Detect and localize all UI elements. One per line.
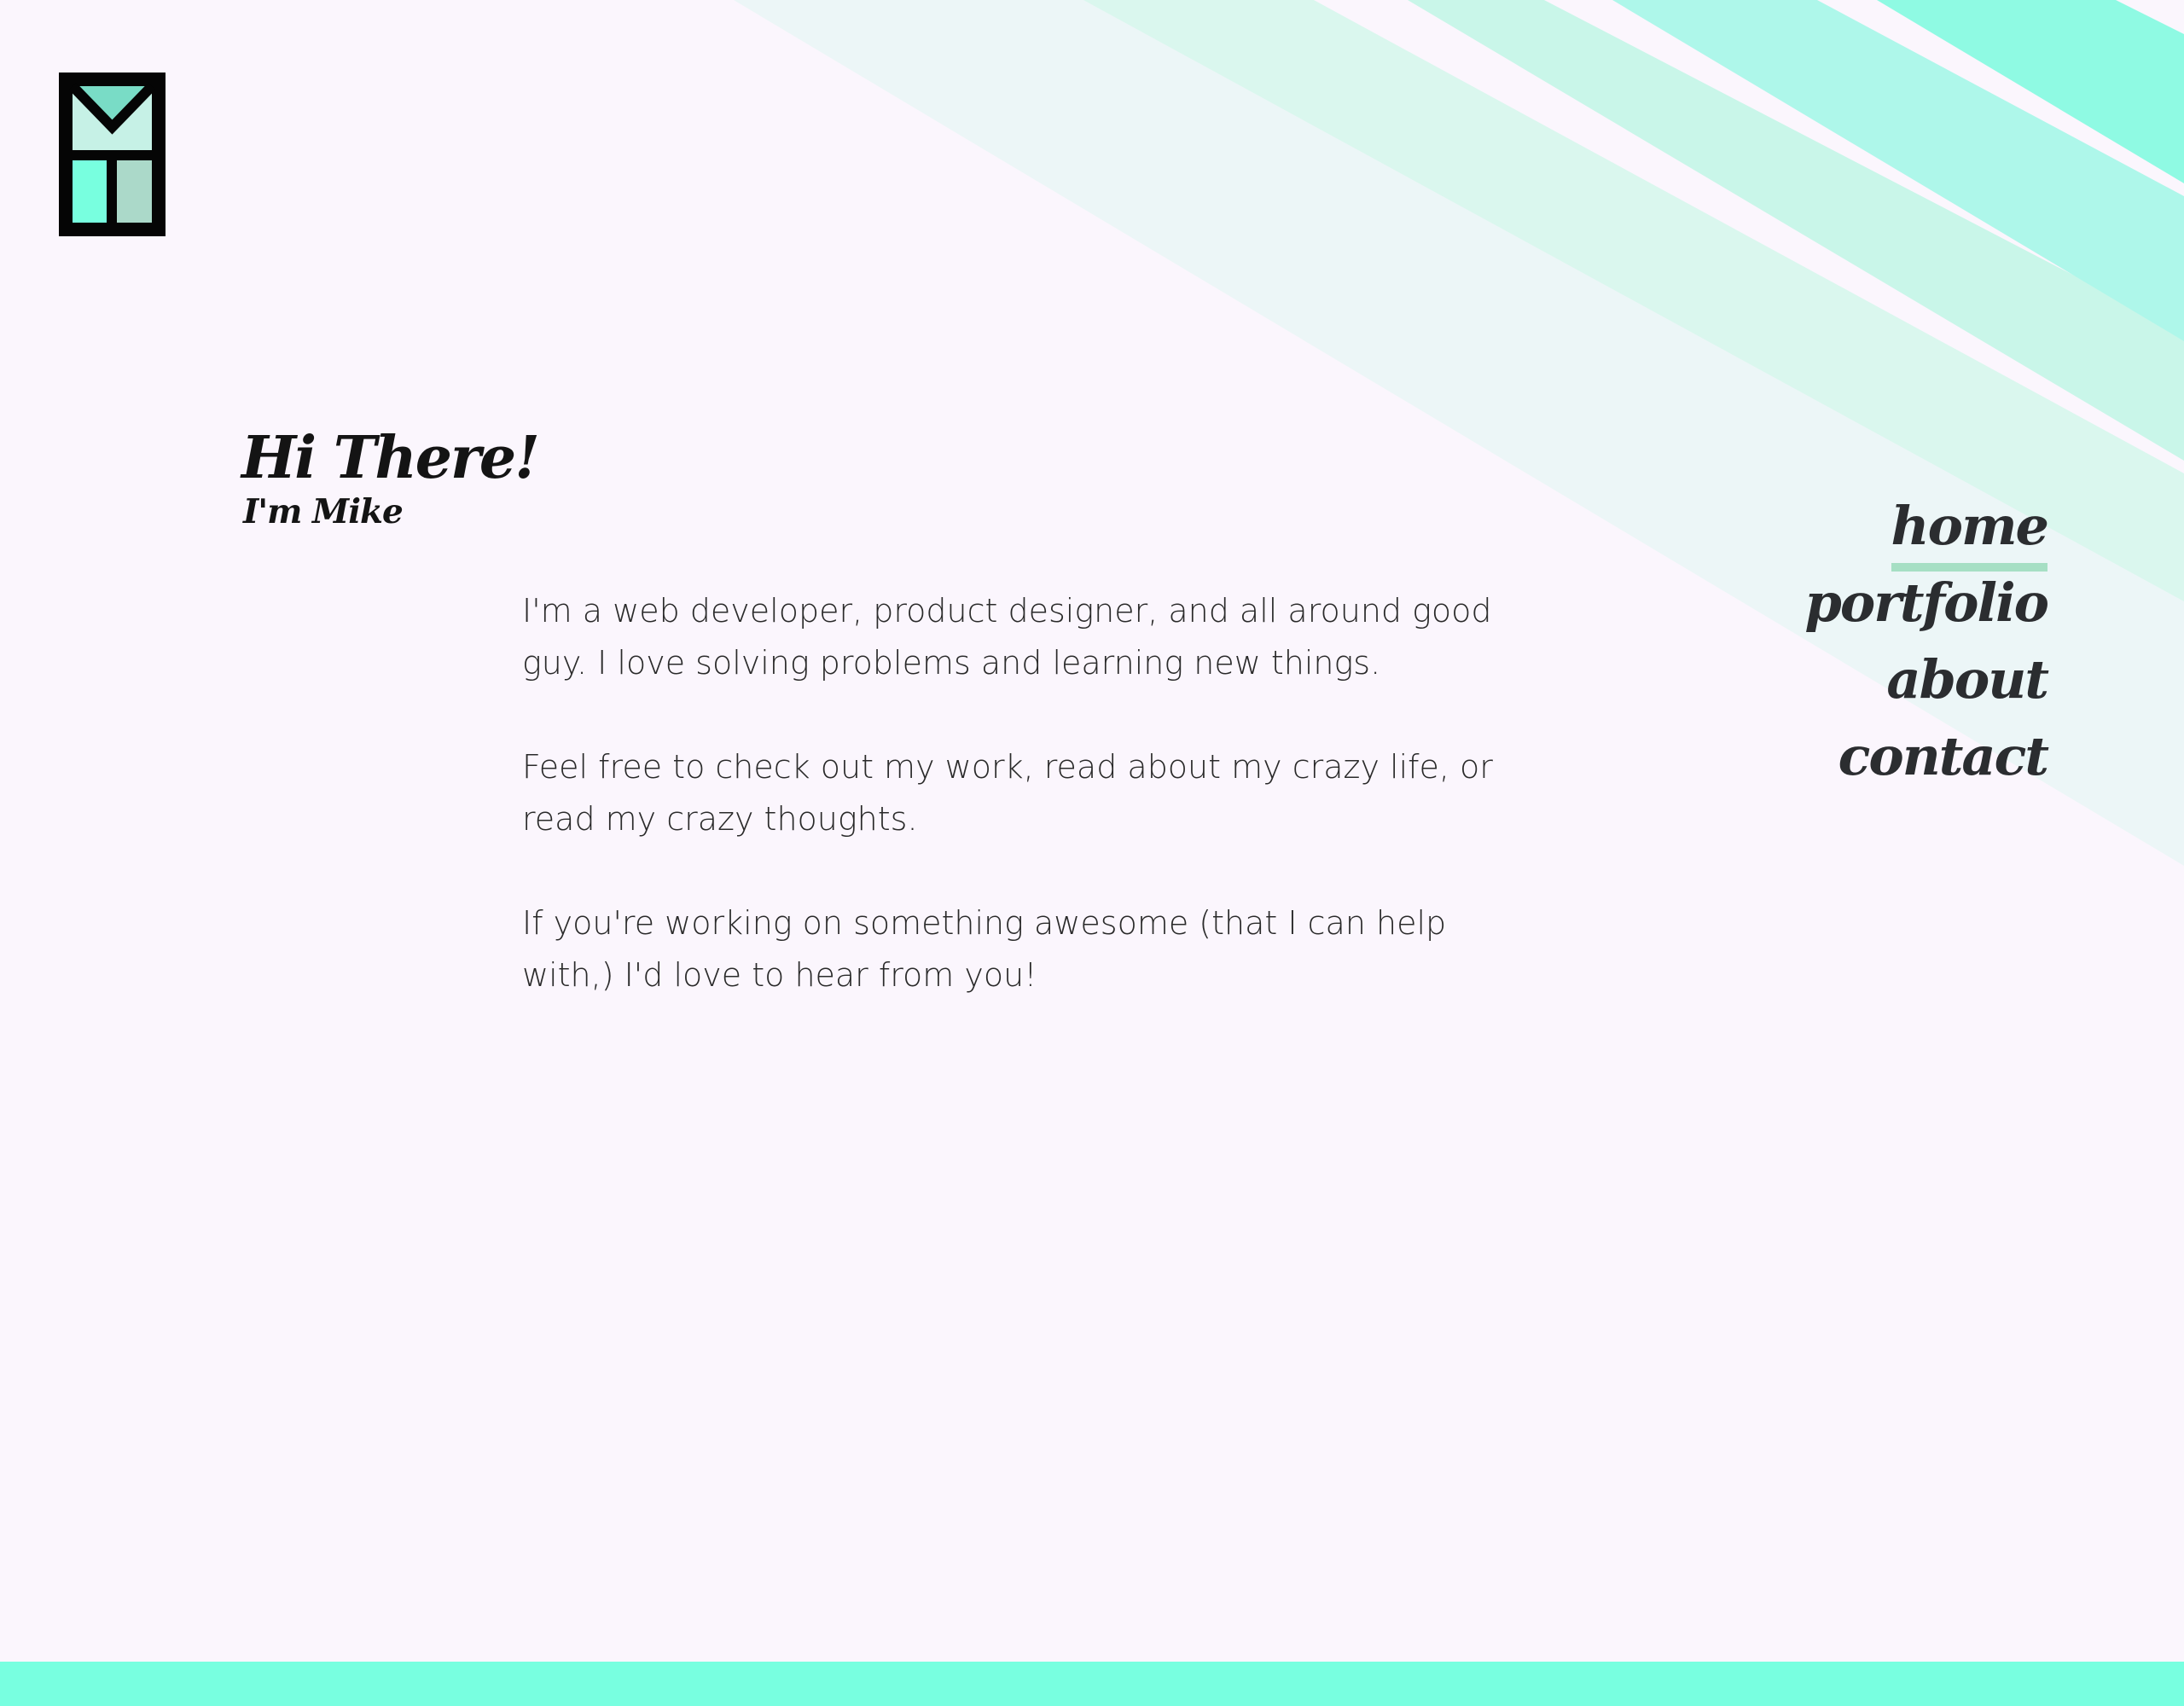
footer-accent-bar <box>0 1662 2184 1706</box>
nav-item-label: home <box>1891 488 2049 572</box>
nav-item-label: about <box>1886 648 2049 711</box>
greeting-subtitle: I'm Mike <box>243 491 404 531</box>
nav-item-label: contact <box>1838 725 2049 787</box>
nav-item-contact[interactable]: contact <box>1805 718 2049 795</box>
intro-heading: Hi There! I'm Mike <box>241 424 540 531</box>
bio-paragraph: If you're working on something awesome (… <box>522 904 1447 994</box>
bio-section: I'm a web developer, product designer, a… <box>522 585 1546 1053</box>
nav-item-label: portfolio <box>1804 572 2049 634</box>
nav-item-about[interactable]: about <box>1805 641 2049 718</box>
nav-item-home[interactable]: home <box>1805 488 2049 572</box>
site-logo[interactable] <box>59 73 166 236</box>
mh-monogram-logo-icon <box>59 73 166 236</box>
bio-paragraph: Feel free to check out my work, read abo… <box>522 748 1493 838</box>
bio-paragraph: I'm a web developer, product designer, a… <box>522 592 1492 682</box>
nav-item-portfolio[interactable]: portfolio <box>1804 565 2049 641</box>
greeting-title: Hi There! <box>241 424 540 492</box>
main-nav: home portfolio about contact <box>1804 488 2050 795</box>
